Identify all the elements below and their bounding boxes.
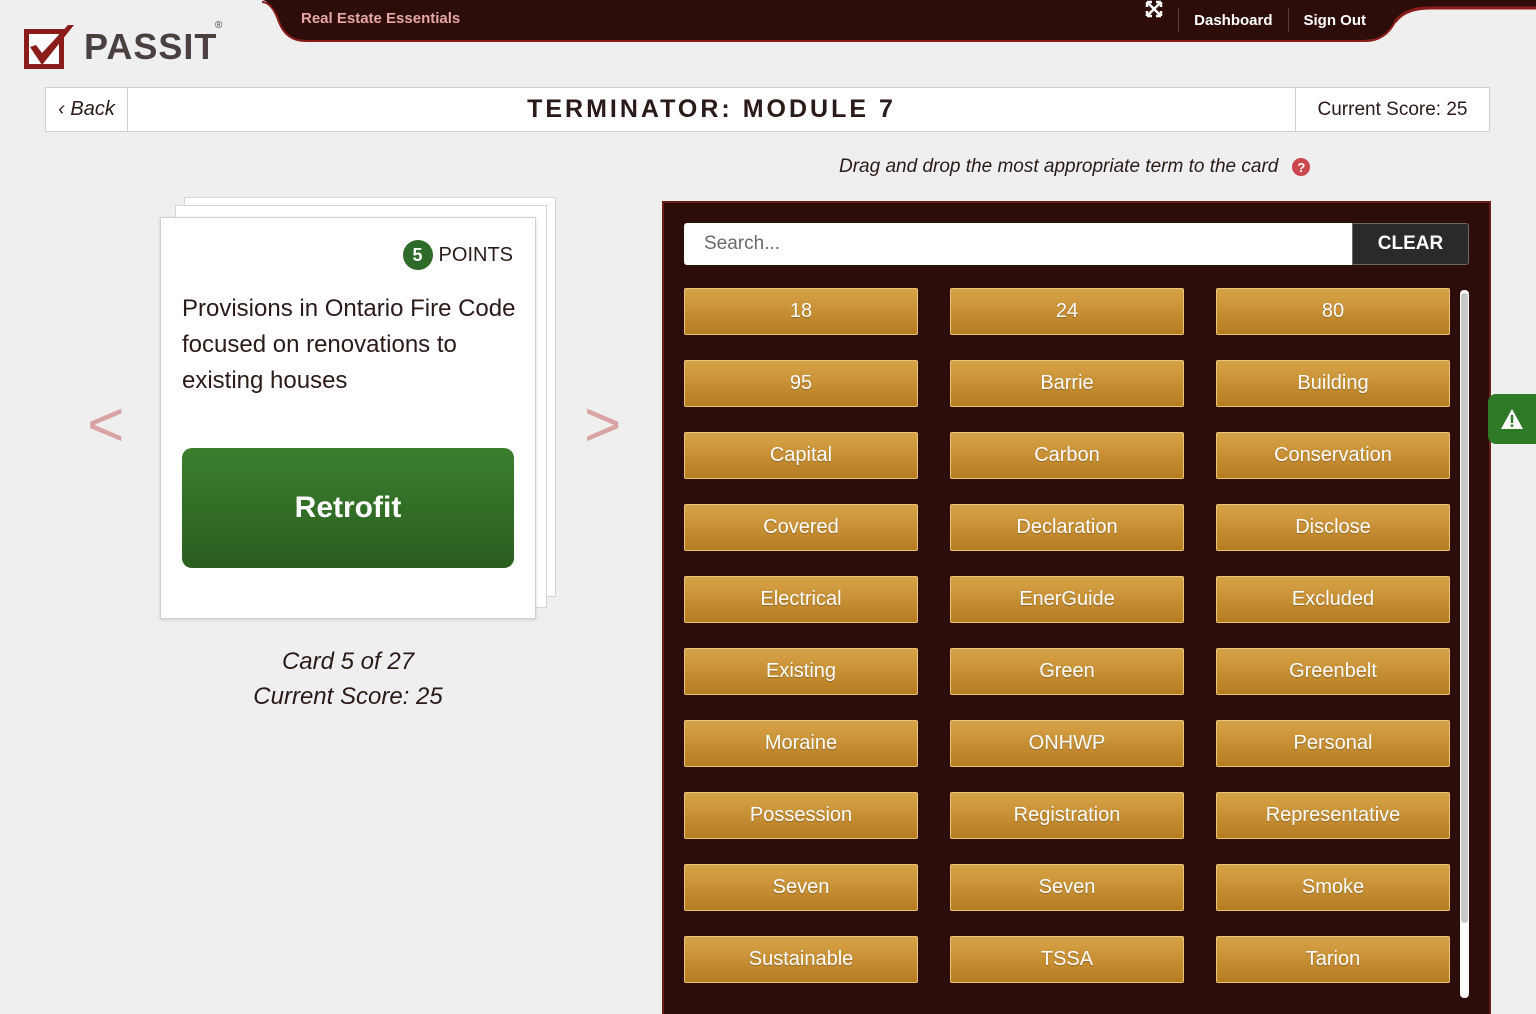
term-tile[interactable]: Capital [684, 432, 918, 479]
term-tile[interactable]: Conservation [1216, 432, 1450, 479]
registered-mark: ® [215, 20, 223, 31]
term-tile[interactable]: TSSA [950, 936, 1184, 983]
page-title: TERMINATOR: MODULE 7 [527, 95, 896, 123]
nav-divider [1287, 8, 1289, 32]
term-tile[interactable]: Tarion [1216, 936, 1450, 983]
top-nav: Dashboard Sign Out [1145, 0, 1366, 40]
search-input[interactable] [684, 223, 1353, 265]
scroll-thumb[interactable] [1461, 293, 1468, 923]
term-tile[interactable]: Covered [684, 504, 918, 551]
term-tile[interactable]: Greenbelt [1216, 648, 1450, 695]
term-tile[interactable]: Disclose [1216, 504, 1450, 551]
term-tile[interactable]: Green [950, 648, 1184, 695]
help-icon[interactable]: ? [1292, 158, 1311, 176]
checkmark-logo-icon [24, 25, 74, 69]
term-tile[interactable]: Barrie [950, 360, 1184, 407]
question-card: 5 POINTS Provisions in Ontario Fire Code… [160, 217, 536, 619]
warning-icon [1501, 409, 1523, 429]
term-tile[interactable]: Personal [1216, 720, 1450, 767]
term-tile[interactable]: Registration [950, 792, 1184, 839]
term-tile[interactable]: 95 [684, 360, 918, 407]
terms-scrollbar[interactable] [1460, 290, 1469, 998]
report-issue-tab[interactable] [1488, 394, 1536, 444]
nav-divider [1178, 8, 1180, 32]
previous-card-arrow[interactable]: < [87, 392, 124, 456]
term-tile[interactable]: Existing [684, 648, 918, 695]
points-label: POINTS [438, 243, 513, 266]
header-score: Current Score: 25 [1295, 88, 1489, 131]
sign-out-link[interactable]: Sign Out [1304, 12, 1367, 29]
points-badge: 5 [402, 240, 433, 270]
term-tile[interactable]: EnerGuide [950, 576, 1184, 623]
next-card-arrow[interactable]: > [584, 392, 621, 456]
term-tile[interactable]: Smoke [1216, 864, 1450, 911]
term-tile[interactable]: Electrical [684, 576, 918, 623]
term-tile[interactable]: Excluded [1216, 576, 1450, 623]
term-tile[interactable]: 80 [1216, 288, 1450, 335]
term-tile[interactable]: Carbon [950, 432, 1184, 479]
term-tile[interactable]: 24 [950, 288, 1184, 335]
instruction: Drag and drop the most appropriate term … [839, 156, 1311, 178]
logo-text: PASSIT [84, 26, 218, 67]
term-tile[interactable]: Possession [684, 792, 918, 839]
top-bar: Real Estate Essentials Dashboard Sign Ou… [0, 0, 1536, 42]
card-counter: Card 5 of 27 [281, 648, 415, 675]
fullscreen-icon[interactable] [1145, 0, 1163, 29]
term-tile[interactable]: Seven [950, 864, 1184, 911]
back-button[interactable]: ‹ Back [46, 88, 128, 131]
instruction-text: Drag and drop the most appropriate term … [839, 156, 1279, 177]
clear-button[interactable]: CLEAR [1352, 223, 1469, 265]
term-tile[interactable]: 18 [684, 288, 918, 335]
term-tile[interactable]: Sustainable [684, 936, 918, 983]
dashboard-link[interactable]: Dashboard [1194, 12, 1272, 29]
points-indicator: 5 POINTS [402, 240, 513, 270]
term-tile[interactable]: Representative [1216, 792, 1450, 839]
term-tile[interactable]: Moraine [684, 720, 918, 767]
course-title[interactable]: Real Estate Essentials [301, 10, 460, 27]
terms-panel: CLEAR 18 24 80 95 Barrie Building Capital Carbo… [662, 201, 1491, 1014]
term-tile[interactable]: Declaration [950, 504, 1184, 551]
term-grid: 18 24 80 95 Barrie Building Capital Carbon Conse… [684, 288, 1451, 983]
passit-logo[interactable]: PASSIT ® [22, 20, 222, 72]
term-tile[interactable]: Seven [684, 864, 918, 911]
answer-drop-zone[interactable]: Retrofit [182, 448, 514, 568]
card-score: Current Score: 25 [253, 683, 443, 710]
term-tile[interactable]: Building [1216, 360, 1450, 407]
card-question: Provisions in Ontario Fire Code focused … [182, 295, 516, 394]
module-header: ‹ Back TERMINATOR: MODULE 7 Current Scor… [45, 87, 1490, 132]
term-tile[interactable]: ONHWP [950, 720, 1184, 767]
